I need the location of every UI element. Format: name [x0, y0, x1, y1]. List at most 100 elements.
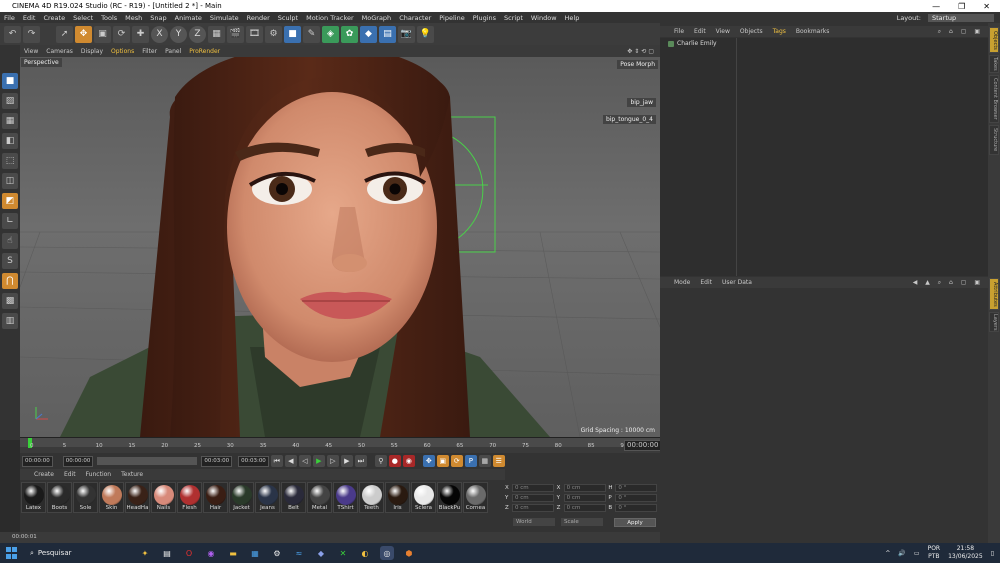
start-frame-field[interactable]: 00:00:00	[22, 455, 53, 467]
undo-icon[interactable]: ↶	[4, 25, 21, 43]
tab-attributes[interactable]: Attributes	[989, 278, 999, 310]
attr-nav-icons[interactable]: ◀ ▲ ⌕ ⌂ ▢ ▣	[908, 279, 988, 287]
texture-mode-icon[interactable]: ▦	[2, 113, 18, 129]
viewport-menu-display[interactable]: Display	[77, 48, 107, 55]
material-swatch[interactable]: Metal	[307, 482, 332, 513]
menu-motion-tracker[interactable]: Motion Tracker	[302, 14, 358, 22]
menu-tools[interactable]: Tools	[97, 14, 121, 22]
key-pla-icon[interactable]: ▦	[478, 455, 491, 467]
autokey-icon[interactable]: ◉	[402, 455, 415, 467]
layout-selector[interactable]: Layout: Startup	[893, 13, 1000, 22]
rotate-icon[interactable]: ⟳	[113, 25, 130, 43]
viewport-menu-prorender[interactable]: ProRender	[185, 48, 224, 55]
play-icon[interactable]: ▶	[312, 455, 325, 467]
points-mode-icon[interactable]: ⬚	[2, 153, 18, 169]
workplane-lock-icon[interactable]: ▩	[2, 293, 18, 309]
rot-b-field[interactable]: 0 °	[615, 504, 658, 512]
language-indicator[interactable]: POR PTB	[928, 545, 941, 561]
viewport-menu-filter[interactable]: Filter	[138, 48, 161, 55]
material-swatch[interactable]: Cornea	[463, 482, 488, 513]
object-menu-tags[interactable]: Tags	[768, 28, 791, 35]
menu-mesh[interactable]: Mesh	[121, 14, 146, 22]
model-mode-icon[interactable]: ▨	[2, 93, 18, 109]
scale-icon[interactable]: ▣	[94, 25, 111, 43]
size-x-field[interactable]: 0 cm	[563, 484, 606, 492]
menu-window[interactable]: Window	[527, 14, 561, 22]
cube-icon[interactable]: ■	[284, 25, 301, 43]
material-swatch[interactable]: Nails	[151, 482, 176, 513]
clock[interactable]: 21:58 13/06/2025	[948, 545, 983, 561]
next-frame-icon[interactable]: ▷	[326, 455, 339, 467]
previous-key-icon[interactable]: ◀	[284, 455, 297, 467]
material-menu-function[interactable]: Function	[81, 471, 117, 478]
menu-help[interactable]: Help	[561, 14, 584, 22]
axis-mode-icon[interactable]: ∟	[2, 213, 18, 229]
menu-edit[interactable]: Edit	[19, 14, 40, 22]
material-swatch[interactable]: Latex	[21, 482, 46, 513]
minimize-icon[interactable]: —	[932, 2, 940, 11]
floor-icon[interactable]: ▤	[379, 25, 396, 43]
layout-value[interactable]: Startup	[928, 13, 994, 22]
pos-z-field[interactable]: 0 cm	[512, 504, 554, 512]
attr-menu-mode[interactable]: Mode	[660, 279, 695, 286]
bip-jaw-label[interactable]: bip_jaw	[627, 98, 656, 107]
menu-animate[interactable]: Animate	[171, 14, 206, 22]
store-icon[interactable]: ▦	[248, 546, 262, 560]
object-menu-edit[interactable]: Edit	[689, 28, 711, 35]
menu-mograph[interactable]: MoGraph	[358, 14, 396, 22]
menu-script[interactable]: Script	[500, 14, 527, 22]
opera-icon[interactable]: O	[182, 546, 196, 560]
attr-menu-user-data[interactable]: User Data	[717, 279, 757, 286]
max-frame-field-2[interactable]: 00:03:00	[238, 455, 269, 467]
material-menu-create[interactable]: Create	[20, 471, 59, 478]
material-swatch[interactable]: Sole	[73, 482, 98, 513]
light-icon[interactable]: 💡	[417, 25, 434, 43]
tab-structure[interactable]: Structure	[989, 125, 999, 155]
material-swatch[interactable]: Teeth	[359, 482, 384, 513]
next-key-icon[interactable]: ▶	[340, 455, 353, 467]
record-icon[interactable]: ●	[388, 455, 401, 467]
viewport-menu-options[interactable]: Options	[107, 48, 138, 55]
material-swatch[interactable]: Skin	[99, 482, 124, 513]
viewport-menu-cameras[interactable]: Cameras	[42, 48, 77, 55]
menu-simulate[interactable]: Simulate	[206, 14, 243, 22]
menu-snap[interactable]: Snap	[146, 14, 170, 22]
task-view-icon[interactable]: ▤	[160, 546, 174, 560]
x-axis-icon[interactable]: X	[151, 25, 168, 43]
object-menu-file[interactable]: File	[660, 28, 689, 35]
app-shield-icon[interactable]: ⬢	[402, 546, 416, 560]
key-rotation-icon[interactable]: ⟳	[450, 455, 463, 467]
tab-takes[interactable]: Takes	[989, 55, 999, 73]
material-swatch[interactable]: Belt	[281, 482, 306, 513]
tray-chevron-icon[interactable]: ^	[885, 550, 890, 557]
size-y-field[interactable]: 0 cm	[563, 494, 606, 502]
polygons-mode-icon[interactable]: ◩	[2, 193, 18, 209]
app-photos-icon[interactable]: ◐	[358, 546, 372, 560]
rot-p-field[interactable]: 0 °	[615, 494, 658, 502]
steam-icon[interactable]: ⚙	[270, 546, 284, 560]
menu-character[interactable]: Character	[395, 14, 435, 22]
material-swatch[interactable]: Jeans	[255, 482, 280, 513]
z-axis-icon[interactable]: Z	[189, 25, 206, 43]
app-diamond-icon[interactable]: ◆	[314, 546, 328, 560]
maximize-icon[interactable]: ❐	[958, 2, 965, 11]
pose-morph-label[interactable]: Pose Morph	[617, 60, 658, 69]
snap-icon[interactable]: S	[2, 253, 18, 269]
material-swatch[interactable]: Hair	[203, 482, 228, 513]
material-swatch[interactable]: Jacket	[229, 482, 254, 513]
object-list[interactable]: Charlie Emily	[660, 38, 988, 276]
key-param-icon[interactable]: P	[464, 455, 477, 467]
pen-icon[interactable]: ✎	[303, 25, 320, 43]
go-to-end-icon[interactable]: ⏭	[354, 455, 367, 467]
object-row[interactable]: Charlie Emily	[668, 40, 717, 47]
max-frame-field[interactable]: 00:03:00	[201, 455, 233, 467]
material-menu-edit[interactable]: Edit	[59, 471, 81, 478]
material-swatch[interactable]: Iris	[385, 482, 410, 513]
taskbar-search[interactable]: ⌕ Pesquisar	[30, 549, 130, 558]
material-swatch[interactable]: BlackPu	[437, 482, 462, 513]
viewport-menu-panel[interactable]: Panel	[161, 48, 185, 55]
object-manager-tools-icons[interactable]: ⌕ ⌂ ▢ ▣	[933, 28, 988, 36]
material-swatch[interactable]: Sclera	[411, 482, 436, 513]
menu-select[interactable]: Select	[69, 14, 97, 22]
grid-icon[interactable]: ▥	[2, 313, 18, 329]
